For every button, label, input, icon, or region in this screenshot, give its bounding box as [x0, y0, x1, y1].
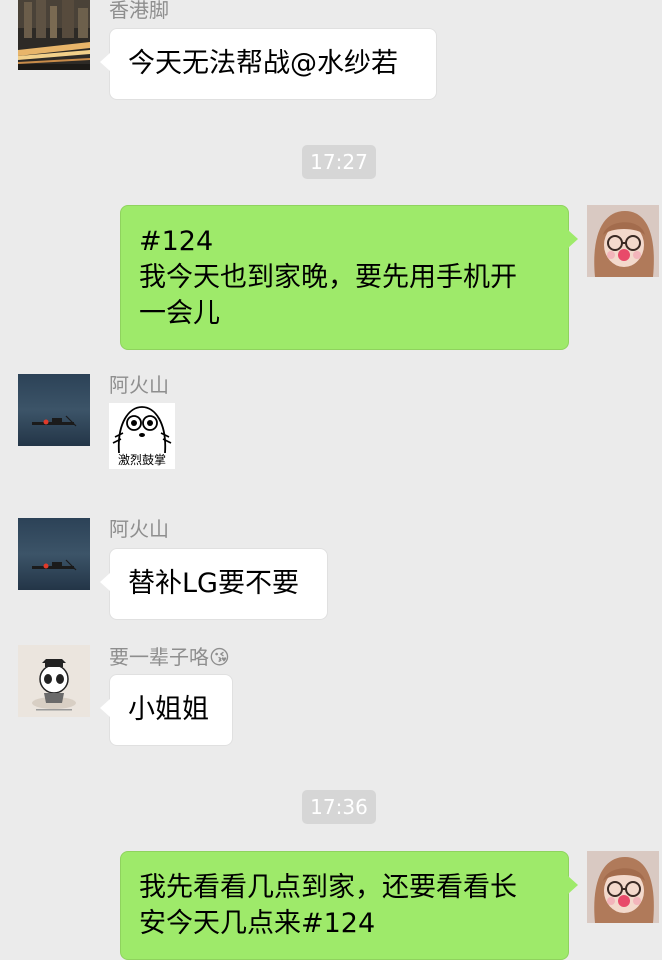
avatar-self[interactable] — [587, 205, 659, 277]
girl-avatar-icon — [587, 851, 659, 923]
sender-name: 阿火山 — [109, 517, 169, 541]
avatar-hongkong[interactable] — [18, 0, 90, 70]
sticker-caption: 激烈鼓掌 — [117, 453, 166, 467]
message-bubble[interactable]: 替补LG要不要 — [100, 548, 328, 620]
lake-boat-avatar-icon — [18, 374, 90, 446]
avatar-self[interactable] — [587, 851, 659, 923]
sender-name: 阿火山 — [109, 373, 169, 397]
message-bubble-outgoing[interactable]: #124 我今天也到家晚，要先用手机开 一会儿 — [120, 205, 578, 350]
girl-avatar-icon — [587, 205, 659, 277]
avatar-huoshan[interactable] — [18, 518, 90, 590]
avatar-huoshan[interactable] — [18, 374, 90, 446]
sticker-message[interactable]: 激烈鼓掌 — [109, 403, 175, 469]
lake-boat-avatar-icon — [18, 518, 90, 590]
city-night-avatar-icon — [18, 0, 90, 70]
message-bubble[interactable]: 今天无法帮战@水纱若 — [100, 28, 437, 100]
panda-graduate-avatar-icon — [18, 645, 90, 717]
timestamp: 17:36 — [302, 790, 376, 824]
timestamp: 17:27 — [302, 145, 376, 179]
message-bubble-outgoing[interactable]: 我先看看几点到家，还要看看长 安今天几点来#124 — [120, 851, 578, 960]
sender-name: 香港脚 — [109, 0, 169, 22]
sender-name: 要一辈子咯😘 — [109, 645, 230, 669]
avatar-beizi[interactable] — [18, 645, 90, 717]
message-bubble[interactable]: 小姐姐 — [100, 674, 233, 746]
